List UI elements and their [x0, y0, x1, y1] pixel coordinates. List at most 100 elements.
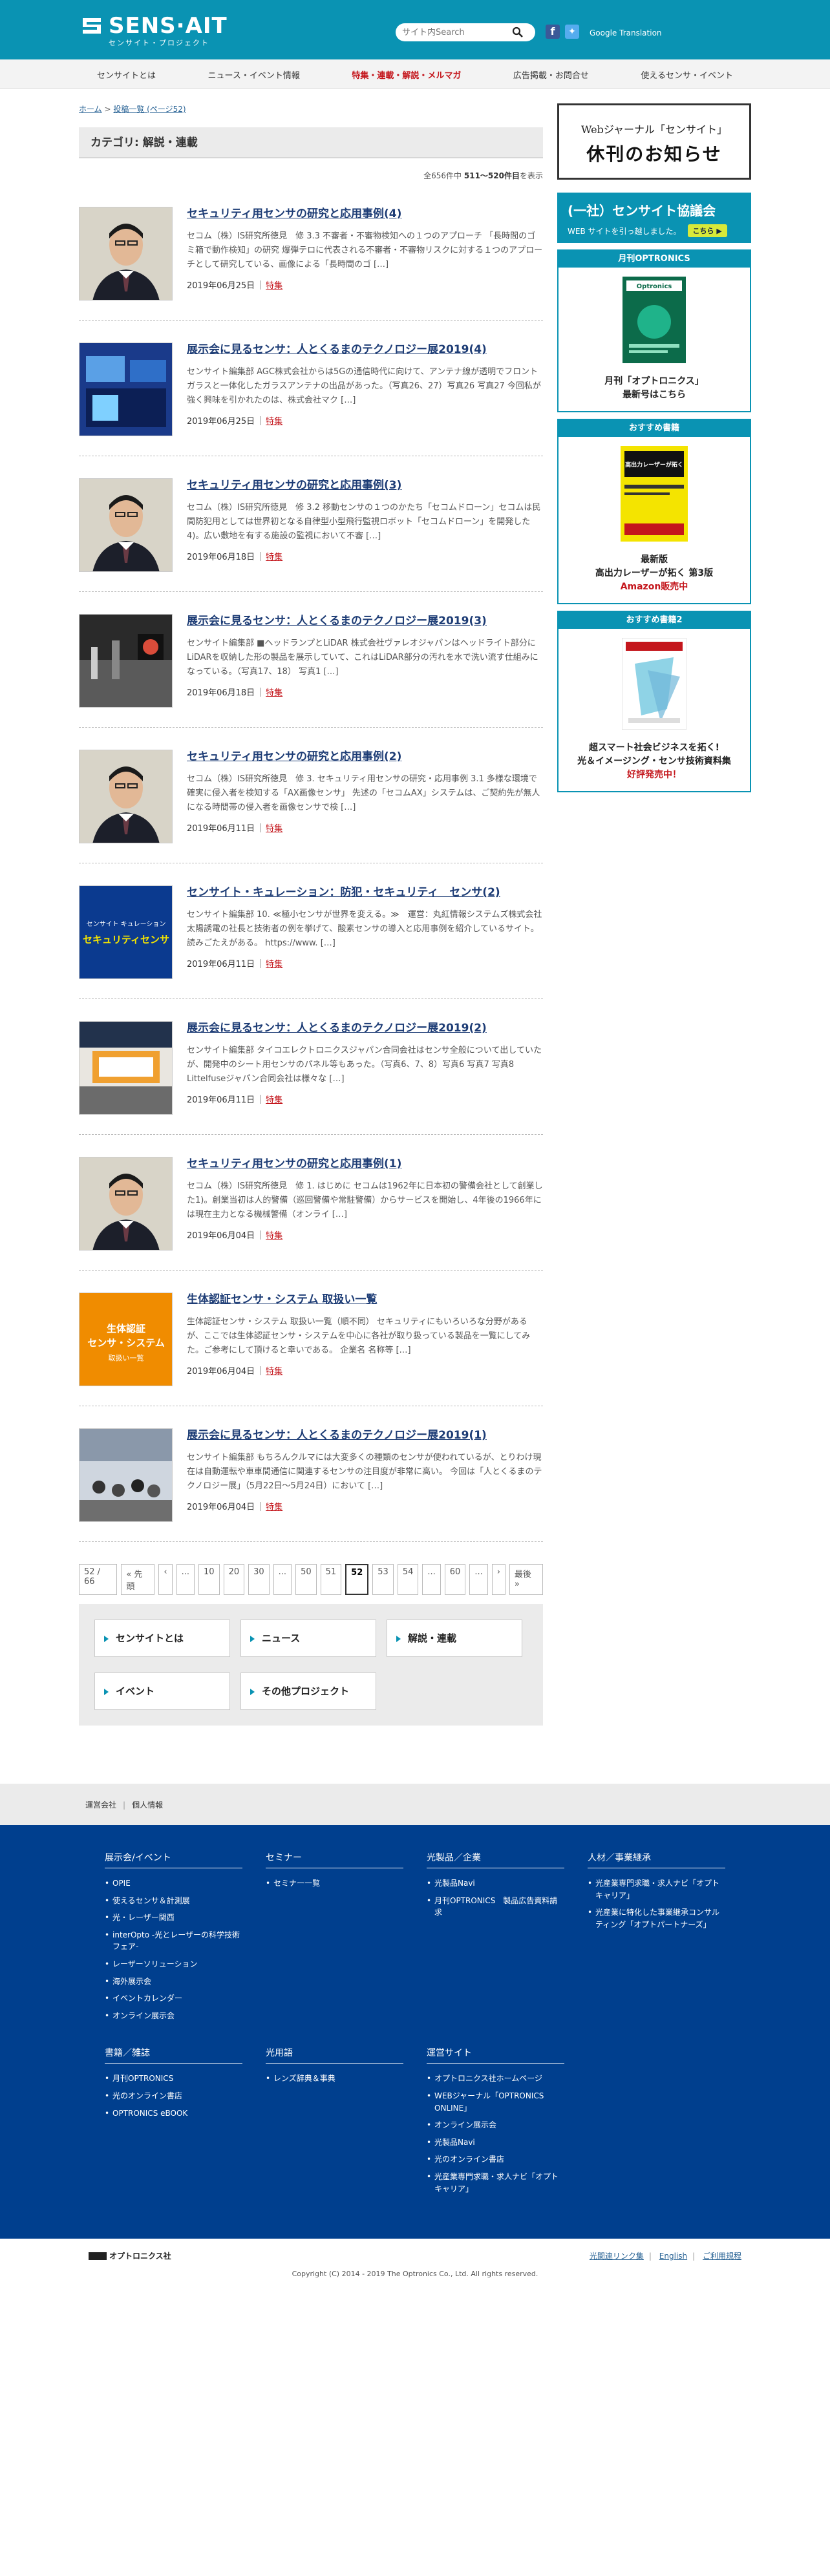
subnav-button[interactable]: センサイトとは	[94, 1620, 230, 1657]
facebook-icon[interactable]: f	[546, 25, 560, 39]
footer-link-company[interactable]: 運営会社	[85, 1800, 116, 1810]
nav-item[interactable]: 特集・連載・解説・メルマガ	[352, 69, 461, 81]
link-optical-links[interactable]: 光関連リンク集	[590, 2252, 644, 2261]
nav-item[interactable]: 使えるセンサ・イベント	[641, 69, 733, 81]
optronics-magazine-box[interactable]: 月刊OPTRONICS Optronics 月刊「オプトロニクス」 最新号はこちら	[557, 249, 751, 412]
footer-link[interactable]: レンズ辞典＆事典	[266, 2073, 403, 2085]
page-link[interactable]: ...	[273, 1564, 292, 1595]
post-category-tag[interactable]: 特集	[266, 686, 282, 698]
nav-item[interactable]: センサイトとは	[97, 69, 156, 81]
footer-link[interactable]: 月刊OPTRONICS	[105, 2073, 242, 2085]
post-category-tag[interactable]: 特集	[266, 957, 282, 969]
page-link[interactable]: 54	[397, 1564, 419, 1595]
footer-link[interactable]: WEBジャーナル「OPTRONICS ONLINE」	[427, 2090, 564, 2114]
post-category-tag[interactable]: 特集	[266, 1364, 282, 1377]
post-thumbnail[interactable]	[79, 478, 173, 572]
page-link[interactable]: 20	[223, 1564, 245, 1595]
page-link[interactable]: 53	[372, 1564, 394, 1595]
footer-link[interactable]: イベントカレンダー	[105, 1992, 242, 2005]
post-thumbnail[interactable]: 生体認証 センサ・システム 取扱い一覧	[79, 1293, 173, 1386]
post-thumbnail[interactable]	[79, 750, 173, 843]
nav-item[interactable]: 広告掲載・お問合せ	[513, 69, 589, 81]
page-link[interactable]: ...	[176, 1564, 195, 1595]
association-link-button[interactable]: こちら ▶	[687, 224, 727, 237]
page-link[interactable]: ›	[491, 1564, 505, 1595]
post-thumbnail[interactable]	[79, 1021, 173, 1115]
footer-link[interactable]: 光産業専門求職・求人ナビ「オプトキャリア」	[588, 1877, 725, 1901]
search-icon[interactable]	[512, 26, 524, 38]
post-title-link[interactable]: 展示会に見るセンサ：人とくるまのテクノロジー展2019(2)	[187, 1021, 543, 1036]
page-link[interactable]: ...	[422, 1564, 441, 1595]
post-category-tag[interactable]: 特集	[266, 414, 282, 427]
suspension-notice-banner[interactable]: Webジャーナル「センサイト」 休刊のお知らせ	[557, 103, 751, 180]
post-thumbnail[interactable]	[79, 1428, 173, 1522]
google-translation-link[interactable]: Google Translation	[590, 28, 662, 37]
association-banner[interactable]: (一社）センサイト協議会 WEB サイトを引っ越しました。 こちら ▶	[557, 193, 751, 243]
footer-link[interactable]: 光・レーザー関西	[105, 1912, 242, 1924]
footer-link[interactable]: オンライン展示会	[427, 2119, 564, 2131]
post-title-link[interactable]: 展示会に見るセンサ：人とくるまのテクノロジー展2019(3)	[187, 614, 543, 629]
page-link[interactable]: 50	[295, 1564, 317, 1595]
footer-link[interactable]: オンライン展示会	[105, 2010, 242, 2022]
post-thumbnail[interactable]	[79, 614, 173, 708]
breadcrumb-current[interactable]: 投稿一覧 (ページ52)	[113, 105, 186, 114]
recommended-book-box[interactable]: おすすめ書籍 高出力レーザーが拓く 最新版 高出力レーザーが拓く 第3版 Amazo…	[557, 419, 751, 604]
post-title-link[interactable]: 生体認証センサ・システム 取扱い一覧	[187, 1293, 543, 1307]
subnav-button[interactable]: ニュース	[240, 1620, 376, 1657]
recommended-book2-box[interactable]: おすすめ書籍2 超スマート社会ビジネスを拓く! 光＆イメージング・センサ技術資料集…	[557, 611, 751, 792]
footer-link[interactable]: 光のオンライン書店	[105, 2090, 242, 2102]
post-thumbnail[interactable]	[79, 207, 173, 301]
page-link[interactable]: 30	[248, 1564, 270, 1595]
page-link[interactable]: « 先頭	[121, 1564, 155, 1595]
page-link[interactable]: ...	[469, 1564, 488, 1595]
post-category-tag[interactable]: 特集	[266, 1093, 282, 1105]
post-category-tag[interactable]: 特集	[266, 1500, 282, 1512]
footer-link[interactable]: 使えるセンサ＆計測展	[105, 1895, 242, 1907]
post-title-link[interactable]: 展示会に見るセンサ：人とくるまのテクノロジー展2019(4)	[187, 343, 543, 357]
breadcrumb-home[interactable]: ホーム	[79, 105, 102, 114]
footer-link[interactable]: 月刊OPTRONICS 製品広告資料請求	[427, 1895, 564, 1919]
link-english[interactable]: English	[659, 2252, 687, 2261]
search-input[interactable]	[402, 27, 512, 37]
subnav-button[interactable]: 解説・連載	[387, 1620, 522, 1657]
footer-link-privacy[interactable]: 個人情報	[132, 1800, 163, 1810]
footer-link[interactable]: 海外展示会	[105, 1976, 242, 1988]
nav-item[interactable]: ニュース・イベント情報	[208, 69, 300, 81]
post-title-link[interactable]: セキュリティ用センサの研究と応用事例(2)	[187, 750, 543, 765]
post-thumbnail[interactable]: センサイト キュレーション セキュリティセンサ	[79, 885, 173, 979]
footer-link[interactable]: 光製品Navi	[427, 2137, 564, 2149]
post-category-tag[interactable]: 特集	[266, 821, 282, 834]
post-category-tag[interactable]: 特集	[266, 1229, 282, 1241]
footer-link[interactable]: interOpto -光とレーザーの科学技術フェア-	[105, 1929, 242, 1953]
post-thumbnail[interactable]	[79, 343, 173, 436]
site-logo[interactable]: SENS·AIT	[79, 13, 228, 39]
footer-link[interactable]: OPTRONICS eBOOK	[105, 2107, 242, 2120]
page-link[interactable]: 60	[444, 1564, 466, 1595]
footer-link[interactable]: 光製品Navi	[427, 1877, 564, 1890]
page-link[interactable]: 52	[345, 1564, 369, 1595]
post-title-link[interactable]: セキュリティ用センサの研究と応用事例(1)	[187, 1157, 543, 1172]
company-logo[interactable]: オプトロニクス社	[89, 2250, 171, 2261]
post-category-tag[interactable]: 特集	[266, 550, 282, 562]
footer-link[interactable]: 光のオンライン書店	[427, 2153, 564, 2166]
link-terms[interactable]: ご利用規程	[703, 2252, 741, 2261]
post-title-link[interactable]: センサイト・キュレーション：防犯・セキュリティ センサ(2)	[187, 885, 543, 900]
page-link[interactable]: ‹	[158, 1564, 173, 1595]
page-link[interactable]: 最後 »	[509, 1564, 544, 1595]
post-category-tag[interactable]: 特集	[266, 279, 282, 291]
subnav-button[interactable]: その他プロジェクト	[240, 1673, 376, 1710]
twitter-icon[interactable]: ✦	[565, 25, 579, 39]
page-link[interactable]: 10	[198, 1564, 220, 1595]
post-title-link[interactable]: 展示会に見るセンサ：人とくるまのテクノロジー展2019(1)	[187, 1428, 543, 1443]
post-title-link[interactable]: セキュリティ用センサの研究と応用事例(4)	[187, 207, 543, 222]
footer-link[interactable]: セミナー一覧	[266, 1877, 403, 1890]
footer-link[interactable]: オプトロニクス社ホームページ	[427, 2073, 564, 2085]
footer-link[interactable]: レーザーソリューション	[105, 1958, 242, 1970]
footer-link[interactable]: 光産業専門求職・求人ナビ「オプトキャリア」	[427, 2171, 564, 2195]
post-thumbnail[interactable]	[79, 1157, 173, 1251]
subnav-button[interactable]: イベント	[94, 1673, 230, 1710]
page-link[interactable]: 51	[320, 1564, 342, 1595]
footer-link[interactable]: OPIE	[105, 1877, 242, 1890]
search-box[interactable]	[396, 23, 535, 41]
post-title-link[interactable]: セキュリティ用センサの研究と応用事例(3)	[187, 478, 543, 493]
